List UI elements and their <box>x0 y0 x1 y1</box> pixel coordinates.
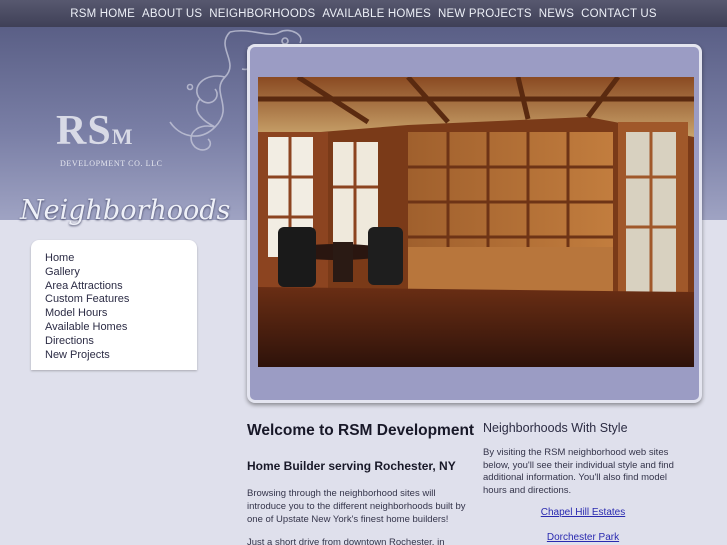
intro-paragraph: Browsing through the neighborhood sites … <box>247 488 466 525</box>
nav-new-projects[interactable]: NEW PROJECTS <box>438 8 532 20</box>
top-nav: RSM HOME ABOUT US NEIGHBORHOODS AVAILABL… <box>0 0 727 27</box>
main-content: Welcome to RSM Development Home Builder … <box>247 422 477 545</box>
library-interior-image <box>258 77 694 367</box>
link-dorchester-park[interactable]: Dorchester Park <box>483 532 683 544</box>
sidebar-item-model-hours[interactable]: Model Hours <box>45 307 197 321</box>
header-tagline: Neighborhoods <box>20 195 231 226</box>
location-paragraph: Just a short drive from downtown Rochest… <box>247 537 445 545</box>
sidebar-menu: Home Gallery Area Attractions Custom Fea… <box>31 240 197 370</box>
hero-photo-frame <box>247 44 702 403</box>
nav-contact-us[interactable]: CONTACT US <box>581 8 657 20</box>
nav-about-us[interactable]: ABOUT US <box>142 8 202 20</box>
neighborhoods-panel: Neighborhoods With Style By visiting the… <box>483 421 688 545</box>
neighborhoods-heading: Neighborhoods With Style <box>483 421 628 435</box>
sidebar-item-home[interactable]: Home <box>45 252 197 266</box>
nav-neighborhoods[interactable]: NEIGHBORHOODS <box>209 8 315 20</box>
welcome-subheading: Home Builder serving Rochester, NY <box>247 459 456 473</box>
sidebar-item-area-attractions[interactable]: Area Attractions <box>45 280 197 294</box>
neighborhood-links: Chapel Hill Estates Dorchester Park <box>483 507 683 544</box>
nav-news[interactable]: NEWS <box>539 8 574 20</box>
sidebar-item-directions[interactable]: Directions <box>45 335 197 349</box>
logo-m-text: M <box>111 124 134 149</box>
hero-photo <box>258 77 694 367</box>
sidebar-item-available-homes[interactable]: Available Homes <box>45 321 197 335</box>
sidebar-item-gallery[interactable]: Gallery <box>45 266 197 280</box>
company-logo[interactable]: RSM DEVELOPMENT CO. LLC <box>56 108 186 168</box>
sidebar-item-custom-features[interactable]: Custom Features <box>45 293 197 307</box>
nav-available-homes[interactable]: AVAILABLE HOMES <box>322 8 431 20</box>
nav-rsm-home[interactable]: RSM HOME <box>70 8 135 20</box>
logo-rs-text: RS <box>56 108 112 154</box>
welcome-heading: Welcome to RSM Development <box>247 422 475 439</box>
sidebar-item-new-projects[interactable]: New Projects <box>45 349 197 363</box>
neighborhoods-text: By visiting the RSM neighborhood web sit… <box>483 447 674 496</box>
logo-subtitle: DEVELOPMENT CO. LLC <box>60 159 163 168</box>
link-chapel-hill-estates[interactable]: Chapel Hill Estates <box>483 507 683 519</box>
